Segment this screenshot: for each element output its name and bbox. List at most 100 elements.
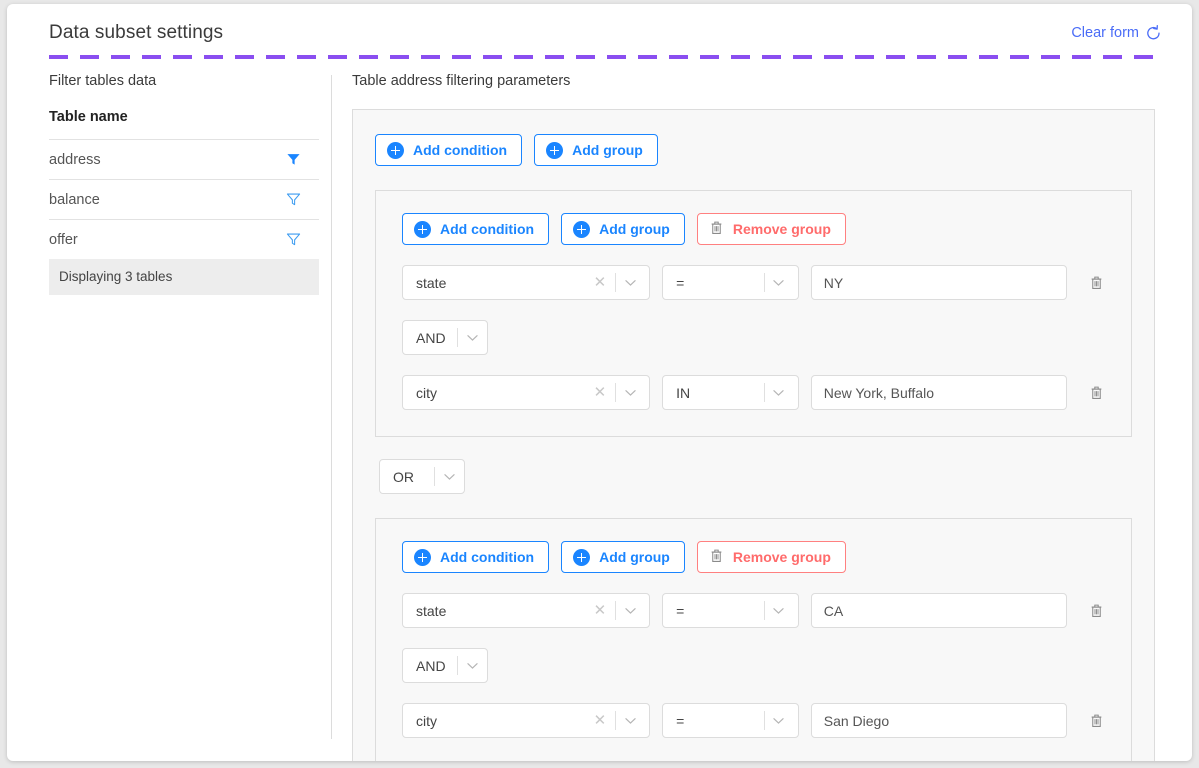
group-logic-operator-value: OR — [393, 469, 431, 485]
logic-operator-value: AND — [416, 658, 454, 674]
chevron-down-icon[interactable] — [619, 279, 641, 287]
chevron-down-icon[interactable] — [768, 279, 790, 287]
remove-group-button[interactable]: Remove group — [697, 541, 846, 573]
add-group-label: Add group — [572, 142, 643, 158]
chevron-down-icon[interactable] — [768, 717, 790, 725]
chevron-down-icon[interactable] — [461, 334, 483, 342]
select-divider — [615, 273, 616, 292]
chevron-down-icon[interactable] — [619, 389, 641, 397]
add-group-button[interactable]: Add group — [561, 213, 685, 245]
add-group-button[interactable]: Add group — [561, 541, 685, 573]
field-select-value: state — [416, 275, 588, 291]
operator-select-value: = — [676, 275, 761, 291]
group-button-row: Add condition Add group — [402, 541, 1109, 573]
add-condition-label: Add condition — [440, 221, 534, 237]
condition-row: city ✕ IN — [402, 375, 1109, 410]
filter-builder-panel: Add condition Add group Add condition — [352, 109, 1155, 761]
remove-group-button[interactable]: Remove group — [697, 213, 846, 245]
select-divider — [764, 383, 765, 402]
sidebar-section-label: Filter tables data — [49, 73, 319, 89]
chevron-down-icon[interactable] — [619, 717, 641, 725]
operator-select-value: IN — [676, 385, 761, 401]
add-condition-button[interactable]: Add condition — [375, 134, 522, 166]
funnel-filled-icon[interactable] — [286, 152, 301, 167]
clear-field-icon[interactable]: ✕ — [588, 275, 613, 290]
field-select[interactable]: state ✕ — [402, 265, 650, 300]
column-divider — [331, 75, 332, 739]
add-condition-button[interactable]: Add condition — [402, 541, 549, 573]
add-condition-label: Add condition — [440, 549, 534, 565]
table-name-label: offer — [49, 232, 78, 248]
plus-circle-icon — [573, 221, 590, 238]
operator-select[interactable]: = — [662, 265, 799, 300]
logic-operator-select[interactable]: AND — [402, 648, 488, 683]
chevron-down-icon[interactable] — [438, 473, 460, 481]
logic-operator-select[interactable]: AND — [402, 320, 488, 355]
plus-circle-icon — [546, 142, 563, 159]
field-select[interactable]: state ✕ — [402, 593, 650, 628]
select-divider — [457, 656, 458, 675]
condition-row: state ✕ = — [402, 265, 1109, 300]
page-title: Data subset settings — [49, 22, 1192, 44]
filter-group: Add condition Add group — [375, 518, 1132, 761]
select-divider — [615, 601, 616, 620]
value-input[interactable] — [811, 375, 1067, 410]
root-button-row: Add condition Add group — [375, 134, 1132, 166]
table-row[interactable]: address — [49, 139, 319, 179]
clear-field-icon[interactable]: ✕ — [588, 603, 613, 618]
add-group-button[interactable]: Add group — [534, 134, 658, 166]
operator-select[interactable]: = — [662, 703, 799, 738]
delete-condition-button[interactable] — [1084, 380, 1109, 406]
chevron-down-icon[interactable] — [768, 389, 790, 397]
clear-field-icon[interactable]: ✕ — [588, 713, 613, 728]
select-divider — [764, 273, 765, 292]
delete-condition-button[interactable] — [1084, 708, 1109, 734]
field-select-value: state — [416, 603, 588, 619]
chevron-down-icon[interactable] — [461, 662, 483, 670]
trash-icon — [709, 220, 724, 239]
funnel-outline-icon[interactable] — [286, 232, 301, 247]
plus-circle-icon — [414, 549, 431, 566]
delete-condition-button[interactable] — [1084, 270, 1109, 296]
field-select[interactable]: city ✕ — [402, 703, 650, 738]
logic-operator-value: AND — [416, 330, 454, 346]
select-divider — [764, 601, 765, 620]
select-divider — [434, 467, 435, 486]
add-group-label: Add group — [599, 221, 670, 237]
value-input[interactable] — [811, 593, 1067, 628]
value-input[interactable] — [811, 703, 1067, 738]
filter-parameters-label: Table address filtering parameters — [352, 73, 1155, 89]
clear-form-label: Clear form — [1071, 25, 1139, 41]
funnel-outline-icon[interactable] — [286, 192, 301, 207]
trash-icon — [709, 548, 724, 567]
undo-arrow-icon — [1145, 24, 1162, 41]
page-header: Data subset settings Clear form — [7, 4, 1192, 59]
value-input[interactable] — [811, 265, 1067, 300]
group-logic-operator-select[interactable]: OR — [379, 459, 465, 494]
add-condition-label: Add condition — [413, 142, 507, 158]
chevron-down-icon[interactable] — [619, 607, 641, 615]
plus-circle-icon — [414, 221, 431, 238]
delete-condition-button[interactable] — [1084, 598, 1109, 624]
field-select-value: city — [416, 713, 588, 729]
plus-circle-icon — [387, 142, 404, 159]
chevron-down-icon[interactable] — [768, 607, 790, 615]
condition-row: state ✕ = — [402, 593, 1109, 628]
remove-group-label: Remove group — [733, 549, 831, 565]
operator-select-value: = — [676, 603, 761, 619]
page-body: Filter tables data Table name address ba… — [7, 59, 1192, 761]
table-name-label: balance — [49, 192, 100, 208]
clear-form-button[interactable]: Clear form — [1071, 24, 1162, 41]
group-button-row: Add condition Add group — [402, 213, 1109, 245]
field-select-value: city — [416, 385, 588, 401]
operator-select[interactable]: IN — [662, 375, 799, 410]
condition-row: city ✕ = — [402, 703, 1109, 738]
field-select[interactable]: city ✕ — [402, 375, 650, 410]
table-row[interactable]: balance — [49, 179, 319, 219]
add-condition-button[interactable]: Add condition — [402, 213, 549, 245]
clear-field-icon[interactable]: ✕ — [588, 385, 613, 400]
page-card: Data subset settings Clear form Filter t… — [7, 4, 1192, 761]
operator-select[interactable]: = — [662, 593, 799, 628]
table-row[interactable]: offer — [49, 219, 319, 259]
add-group-label: Add group — [599, 549, 670, 565]
